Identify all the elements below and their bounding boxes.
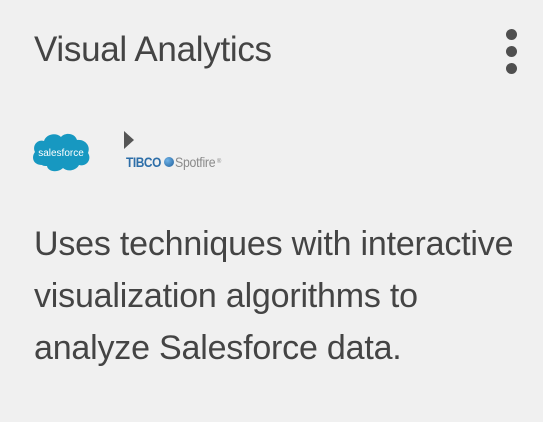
tibco-spotfire-logo: TIBCO Spotfire ® (126, 151, 221, 173)
registered-mark: ® (216, 159, 222, 165)
play-arrow-icon (124, 131, 134, 149)
salesforce-logo: salesforce (33, 133, 90, 172)
visual-analytics-card[interactable]: Visual Analytics salesforce TIBCO Spotfi… (0, 0, 543, 422)
card-title: Visual Analytics (34, 30, 272, 69)
more-options-button[interactable] (496, 26, 526, 76)
spotfire-logo-text: Spotfire (175, 154, 216, 170)
more-vertical-icon (505, 28, 517, 40)
more-vertical-icon-dot-2 (505, 45, 517, 57)
more-vertical-icon-dot-3 (505, 62, 517, 74)
tibco-logo-text: TIBCO (126, 154, 161, 170)
salesforce-logo-text: salesforce (38, 148, 84, 159)
integration-logos: salesforce TIBCO Spotfire ® (30, 127, 250, 177)
tibco-ball-icon (164, 157, 175, 167)
card-description: Uses techniques with interactive visuali… (34, 225, 514, 367)
